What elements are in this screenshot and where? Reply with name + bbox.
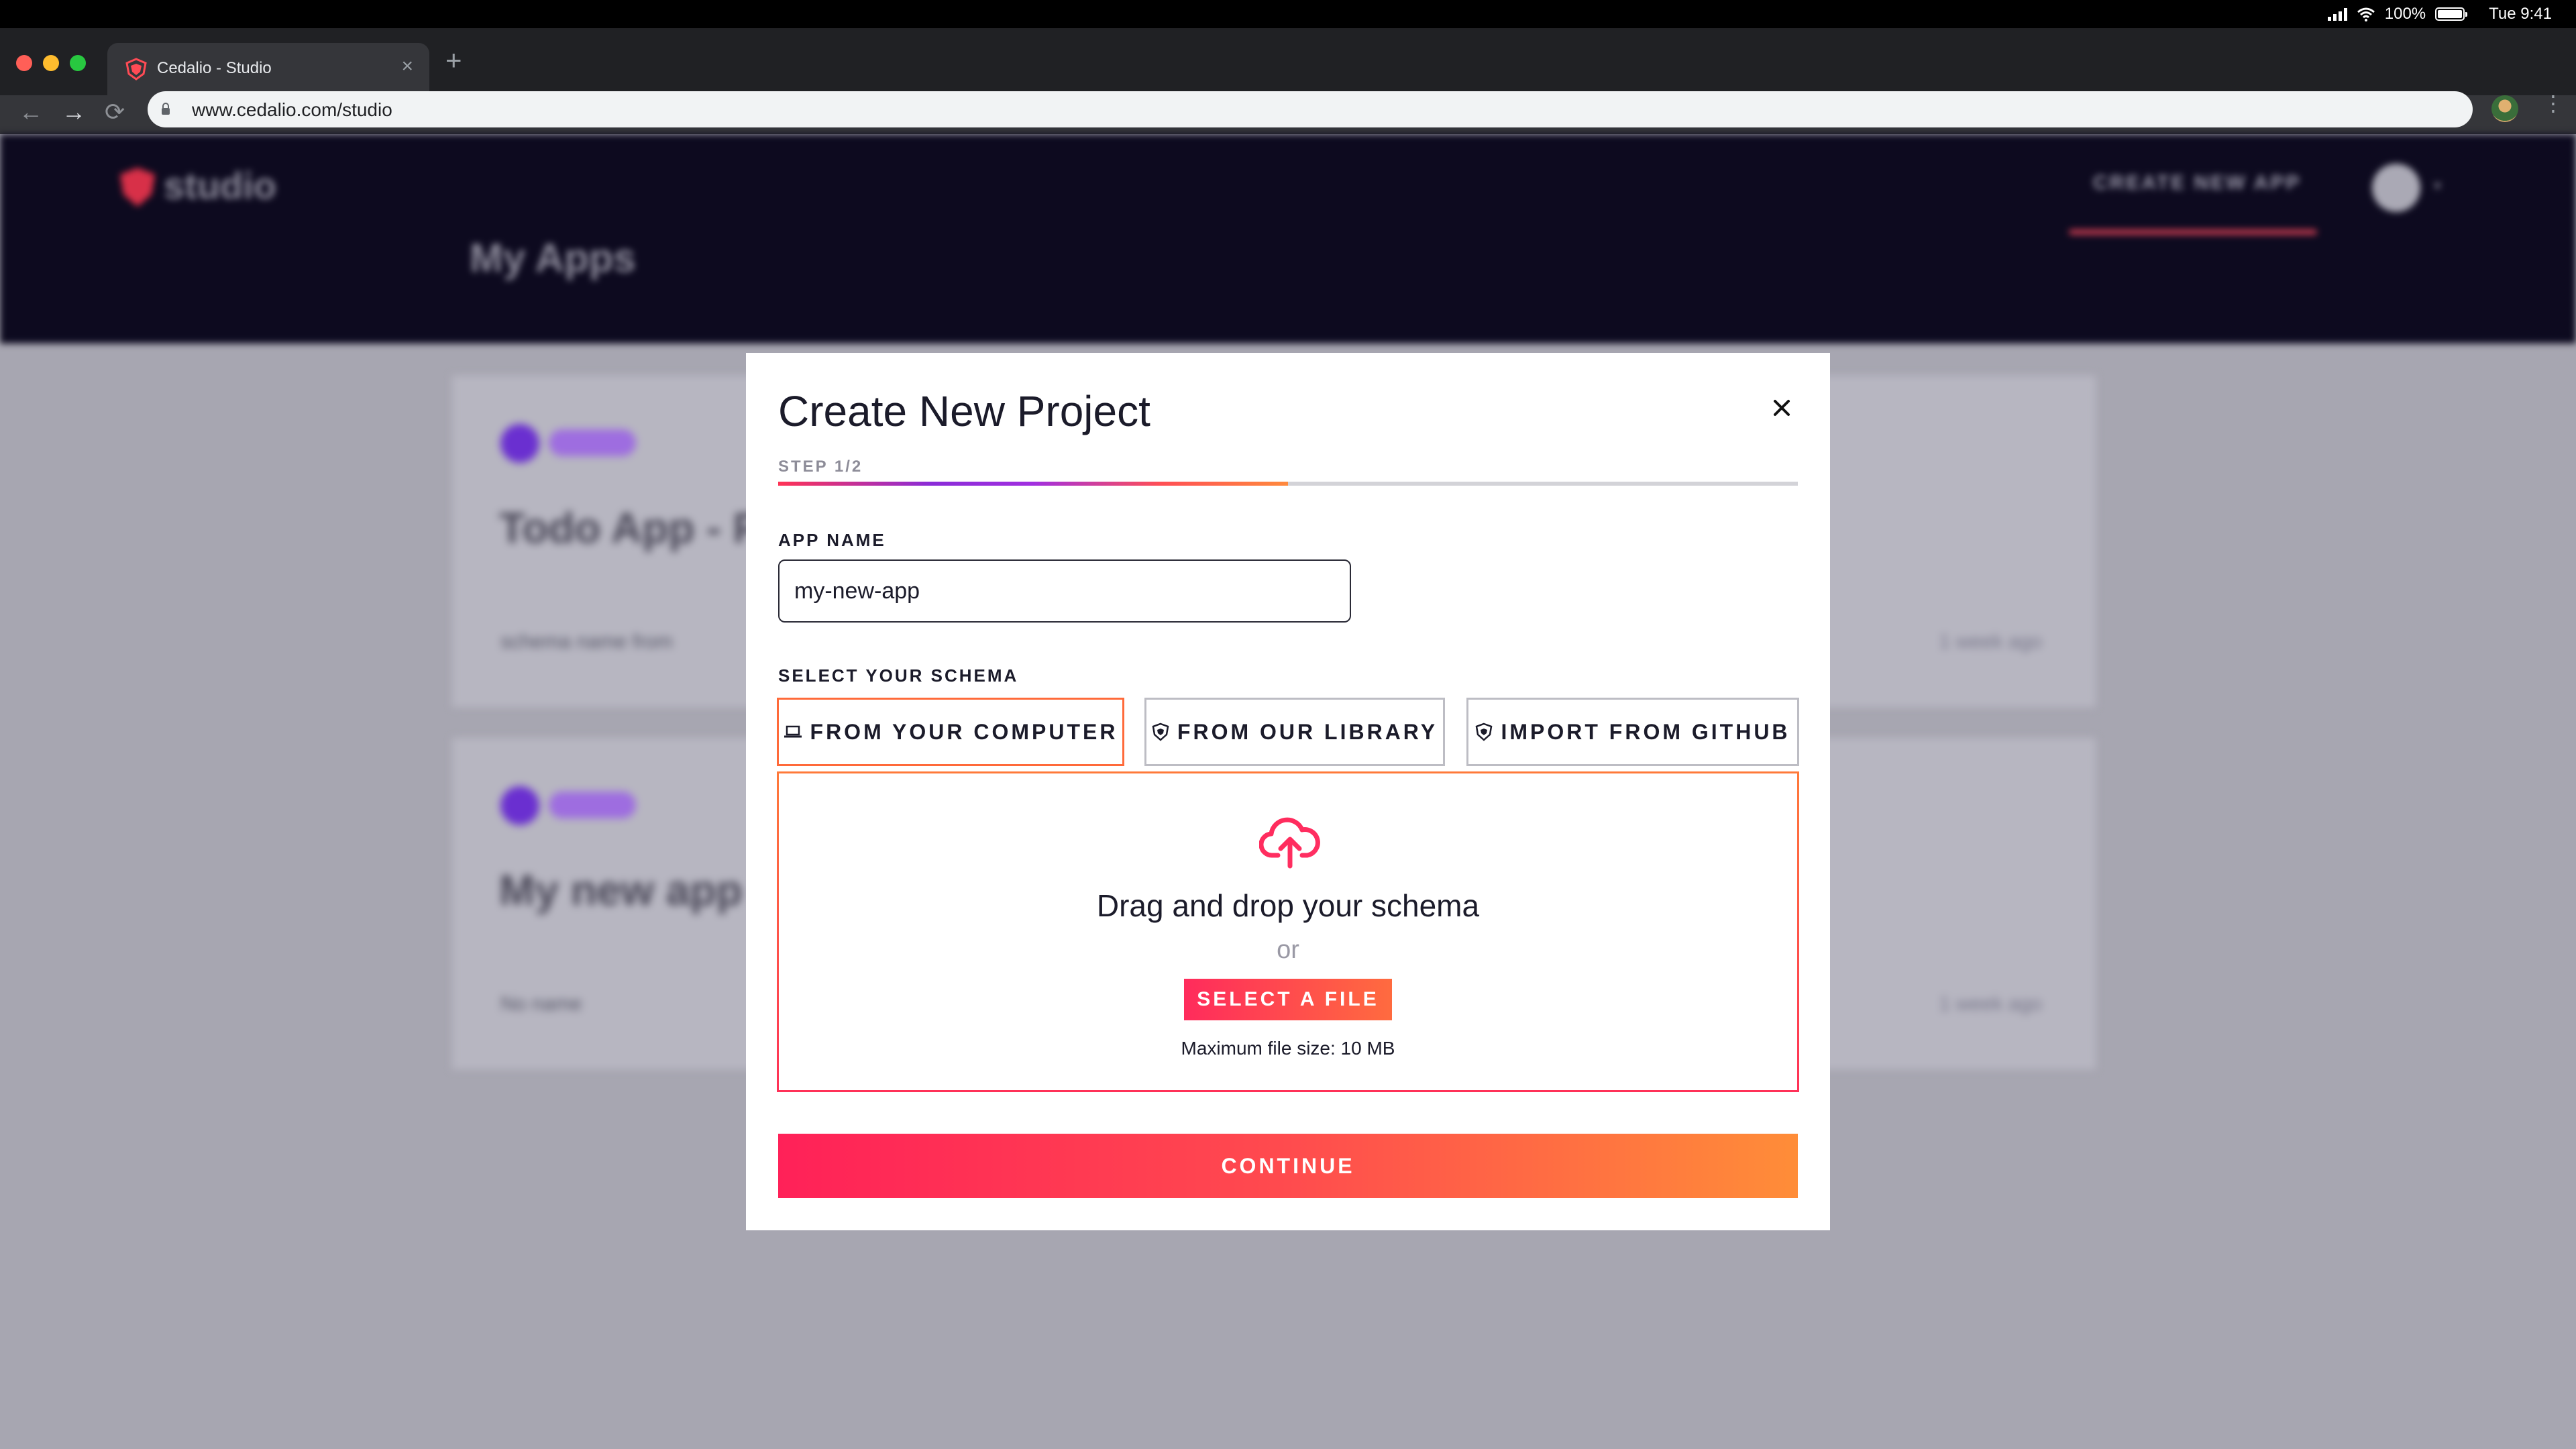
chevron-down-icon[interactable]: ▾ — [2434, 177, 2441, 195]
app-badge — [549, 792, 636, 818]
cedalio-logo-icon — [125, 58, 147, 80]
tab-close-icon[interactable]: × — [401, 55, 413, 78]
os-status-bar: 100% Tue 9:41 — [0, 0, 2576, 28]
app-card-schema: No name — [500, 993, 582, 1015]
close-window-button[interactable] — [16, 55, 32, 71]
tab-from-library[interactable]: FROM OUR LIBRARY — [1144, 698, 1445, 766]
close-modal-button[interactable] — [1764, 390, 1799, 425]
create-new-app-button[interactable]: CREATE NEW APP — [2093, 172, 2301, 195]
clock: Tue 9:41 — [2489, 5, 2552, 23]
browser-tab-bar: Cedalio - Studio × + — [0, 28, 2576, 95]
tab-title: Cedalio - Studio — [157, 59, 272, 77]
app-card-schema: schema name from — [500, 631, 673, 653]
tab-import-github[interactable]: IMPORT FROM GITHUB — [1466, 698, 1799, 766]
window-controls — [16, 55, 86, 71]
logo-text: studio — [164, 164, 276, 207]
forward-icon[interactable]: → — [62, 98, 86, 126]
app-name-input[interactable] — [778, 559, 1351, 623]
laptop-icon — [784, 725, 802, 738]
browser-tab[interactable]: Cedalio - Studio × — [107, 43, 429, 95]
studio-logo-icon — [120, 168, 155, 207]
app-badge — [549, 429, 636, 456]
close-icon — [1774, 400, 1790, 416]
app-card-title: Todo App - P — [499, 504, 761, 552]
tab-label: FROM OUR LIBRARY — [1177, 719, 1438, 744]
dropzone-title: Drag and drop your schema — [1096, 888, 1480, 923]
url-text: www.cedalio.com/studio — [192, 99, 392, 120]
lock-icon — [162, 103, 170, 115]
step-progress-fill — [778, 482, 1288, 486]
minimize-window-button[interactable] — [43, 55, 59, 71]
tab-label: IMPORT FROM GITHUB — [1501, 719, 1790, 744]
app-card-time: 1 week ago — [1939, 993, 2042, 1015]
continue-button[interactable]: CONTINUE — [778, 1134, 1798, 1198]
new-tab-button[interactable]: + — [445, 44, 462, 76]
app-card-time: 1 week ago — [1939, 631, 2042, 653]
app-card-title: My new app — [499, 866, 743, 914]
create-project-modal: Create New Project STEP 1/2 APP NAME SEL… — [746, 353, 1830, 1230]
profile-avatar[interactable] — [2491, 95, 2518, 122]
browser-menu-icon[interactable]: ⋮ — [2542, 93, 2564, 114]
tab-from-computer[interactable]: FROM YOUR COMPUTER — [777, 698, 1124, 766]
reload-icon[interactable]: ⟳ — [105, 98, 125, 126]
app-badge-icon — [500, 786, 539, 825]
battery-icon — [2435, 7, 2468, 21]
select-file-button[interactable]: SELECT A FILE — [1184, 979, 1392, 1020]
step-indicator: STEP 1/2 — [778, 458, 863, 476]
address-bar[interactable]: www.cedalio.com/studio — [148, 91, 2473, 127]
user-avatar[interactable] — [2372, 164, 2420, 212]
maximize-window-button[interactable] — [70, 55, 86, 71]
app-name-label: APP NAME — [778, 530, 886, 550]
back-icon[interactable]: ← — [19, 98, 43, 126]
cta-underline — [2069, 229, 2317, 235]
signal-icon — [2327, 7, 2347, 21]
file-dropzone[interactable]: Drag and drop your schema or SELECT A FI… — [777, 771, 1799, 1092]
modal-title: Create New Project — [778, 387, 1150, 435]
tab-label: FROM YOUR COMPUTER — [810, 719, 1118, 744]
cloud-upload-icon — [1259, 817, 1320, 869]
app-header: studio My Apps CREATE NEW APP ▾ — [0, 134, 2576, 343]
max-file-size-note: Maximum file size: 10 MB — [1181, 1038, 1395, 1059]
battery-percent: 100% — [2384, 5, 2426, 23]
app-badge-icon — [500, 424, 539, 463]
dropzone-or: or — [1277, 936, 1299, 964]
wifi-icon — [2357, 7, 2375, 21]
schema-label: SELECT YOUR SCHEMA — [778, 665, 1019, 686]
page-title: My Apps — [470, 235, 636, 280]
library-icon — [1152, 722, 1169, 741]
step-progress-bar — [778, 482, 1798, 486]
github-icon — [1476, 722, 1493, 741]
